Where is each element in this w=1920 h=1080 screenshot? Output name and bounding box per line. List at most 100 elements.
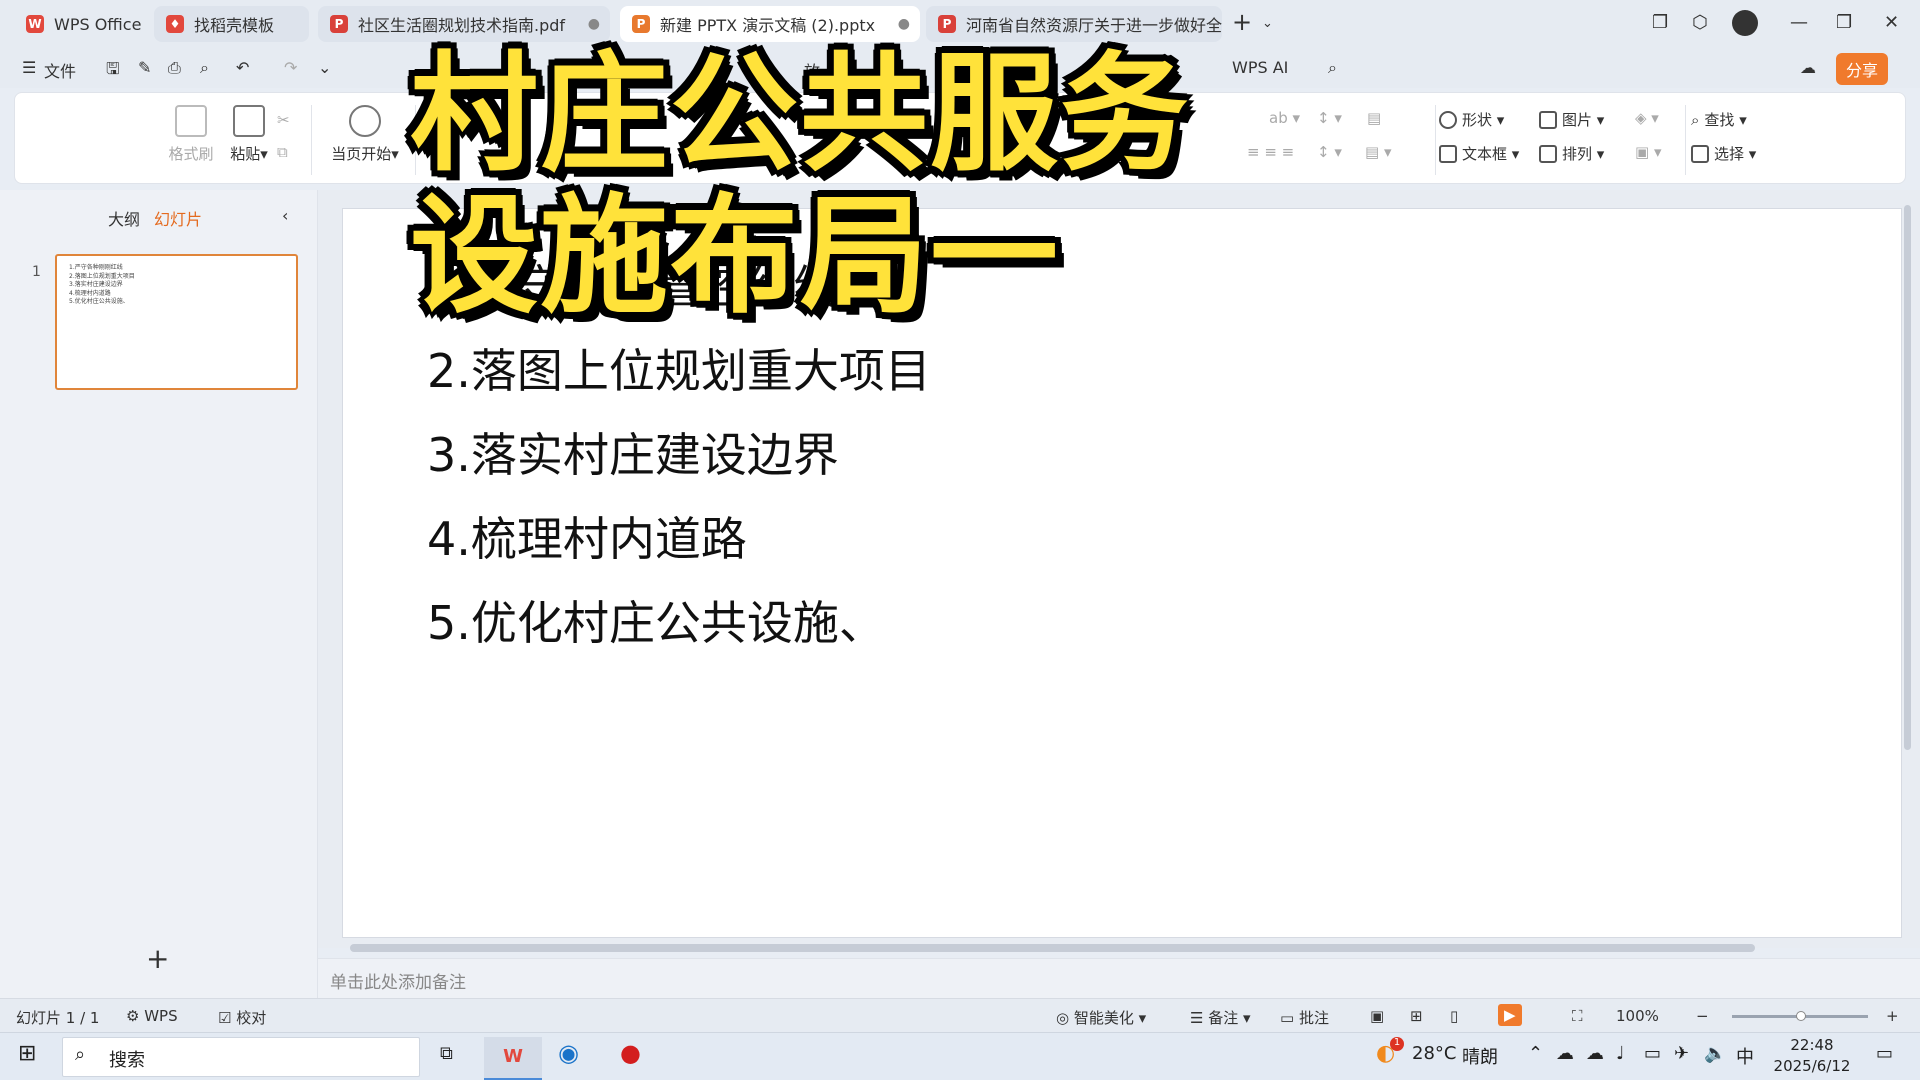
picture-button[interactable]: 图片 ▾ [1539, 109, 1604, 130]
save-icon[interactable]: 🖫 [106, 58, 120, 85]
paste-button[interactable]: 粘贴▾ [219, 105, 279, 164]
battery-icon[interactable]: ▭ [1644, 1043, 1661, 1064]
tab-pdf-guide[interactable]: P 社区生活圈规划技术指南.pdf ● [318, 6, 610, 42]
new-tab-icon[interactable]: + [1232, 8, 1252, 36]
thumb-line: 5.优化村庄公共设施、 [69, 298, 129, 305]
cloud-upload-icon[interactable]: ☁ [1800, 58, 1816, 77]
cloud-icon[interactable]: ☁ [1586, 1043, 1604, 1064]
shape-button[interactable]: 形状 ▾ [1439, 109, 1504, 130]
minimize-icon[interactable]: — [1790, 12, 1808, 33]
undo-icon[interactable]: ↶ [236, 58, 249, 77]
weather-temp[interactable]: 28°C [1412, 1043, 1456, 1064]
zoom-level[interactable]: 100% [1616, 1007, 1659, 1025]
text-style-icon[interactable]: ab ▾ [1269, 109, 1300, 127]
slideshow-play-icon[interactable]: ▶ [1498, 1004, 1522, 1026]
volume-icon[interactable]: 🔈 [1704, 1043, 1726, 1064]
notes-area[interactable]: 单击此处添加备注 [318, 958, 1920, 998]
hamburger-icon[interactable]: ☰ [22, 58, 36, 77]
clock[interactable]: 22:48 2025/6/12 [1762, 1035, 1862, 1077]
redo-icon[interactable]: ↷ [284, 58, 297, 77]
weather-desc[interactable]: 晴朗 [1462, 1043, 1498, 1069]
cut-icon[interactable]: ✂ [277, 111, 290, 129]
notes-placeholder: 单击此处添加备注 [330, 973, 466, 993]
play-from-current-button[interactable]: 当页开始▾ [325, 105, 405, 164]
notes-button[interactable]: ☰ 备注 ▾ [1190, 1007, 1251, 1028]
windows-taskbar: ⊞ ⌕ 搜索 ⧉ W ◉ ● ◐ 1 28°C 晴朗 ⌃ ☁ ☁ ♩ ▭ ✈ 🔈… [0, 1032, 1920, 1080]
airplane-icon[interactable]: ✈ [1674, 1043, 1689, 1064]
spacing-icon[interactable]: ↕ ▾ [1317, 143, 1342, 161]
menu-wps-ai[interactable]: WPS AI [1232, 58, 1288, 77]
notes-icon: ☰ [1190, 1009, 1209, 1027]
zoom-in-icon[interactable]: + [1886, 1007, 1899, 1025]
menu-file[interactable]: 文件 [44, 58, 76, 82]
tab-close-icon[interactable]: ● [588, 16, 600, 32]
microphone-icon[interactable]: ♩ [1616, 1043, 1625, 1064]
wps-status-icon: ⚙ [126, 1007, 145, 1025]
copy-icon[interactable]: ⧉ [277, 143, 288, 161]
slide-text-line[interactable]: 5.优化村庄公共设施、 [427, 587, 885, 653]
tab-label: 找稻壳模板 [194, 16, 275, 35]
tab-pptx-document[interactable]: P 新建 PPTX 演示文稿 (2).pptx ● [620, 6, 920, 42]
taskbar-search[interactable]: ⌕ 搜索 [62, 1037, 420, 1077]
zoom-out-icon[interactable]: − [1696, 1007, 1709, 1025]
restore-icon[interactable]: ❐ [1836, 12, 1852, 33]
tab-wps-office[interactable]: W WPS Office [14, 6, 148, 42]
zoom-slider-handle[interactable] [1796, 1011, 1806, 1021]
wps-taskbar-icon[interactable]: W [484, 1037, 542, 1080]
horizontal-scrollbar[interactable] [350, 944, 1755, 952]
tray-chevron-icon[interactable]: ⌃ [1528, 1043, 1543, 1064]
slide-text-line[interactable]: 4.梳理村内道路 [427, 503, 747, 569]
normal-view-icon[interactable]: ▣ [1370, 1007, 1384, 1025]
tab-outline[interactable]: 大纲 [108, 206, 140, 230]
fill-icon[interactable]: ◈ ▾ [1635, 109, 1659, 127]
avatar[interactable] [1732, 10, 1758, 36]
overlay-title-line: 设施布局一 [410, 182, 1061, 331]
tab-modified-dot-icon[interactable]: ● [898, 16, 910, 32]
find-button[interactable]: ⌕ 查找 ▾ [1691, 109, 1747, 130]
onedrive-icon[interactable]: ☁ [1556, 1043, 1574, 1064]
vertical-scrollbar[interactable] [1904, 205, 1911, 750]
reading-view-icon[interactable]: ▯ [1450, 1007, 1458, 1025]
proofread-button[interactable]: ☑ 校对 [218, 1007, 266, 1028]
tab-list-chevron-icon[interactable]: ⌄ [1262, 16, 1273, 31]
outline-icon[interactable]: ▣ ▾ [1635, 143, 1661, 161]
browser-taskbar-icon[interactable]: ◉ [558, 1039, 579, 1067]
task-view-icon[interactable]: ⧉ [440, 1043, 453, 1064]
select-icon [1691, 144, 1709, 163]
quick-access-chevron-icon[interactable]: ⌄ [318, 58, 331, 77]
cube-icon[interactable]: ⬡ [1692, 12, 1708, 33]
tab-slides[interactable]: 幻灯片 [154, 206, 202, 230]
fit-window-icon[interactable]: ⛶ [1572, 1007, 1583, 1025]
wps-status-button[interactable]: ⚙ WPS [126, 1007, 178, 1025]
align-icon[interactable]: ▤ ▾ [1365, 143, 1391, 161]
close-window-icon[interactable]: ✕ [1884, 12, 1899, 33]
brush-icon[interactable]: ✎ [138, 58, 151, 77]
textbox-button[interactable]: 文本框 ▾ [1439, 143, 1519, 164]
ime-indicator[interactable]: 中 [1736, 1043, 1754, 1069]
collapse-panel-icon[interactable]: ‹ [282, 206, 288, 225]
slide-text-line[interactable]: 3.落实村庄建设边界 [427, 419, 839, 485]
print-preview-icon[interactable]: ⌕ [200, 58, 209, 78]
grid-view-icon[interactable]: ⊞ [1410, 1007, 1423, 1025]
recorder-taskbar-icon[interactable]: ● [620, 1039, 641, 1067]
notification-icon[interactable]: ▭ [1876, 1043, 1893, 1064]
select-button[interactable]: 选择 ▾ [1691, 143, 1756, 164]
tab-docer-templates[interactable]: ♦ 找稻壳模板 [154, 6, 309, 42]
line-spacing-icon[interactable]: ≡ ≡ ≡ [1247, 143, 1294, 161]
comments-button[interactable]: ▭ 批注 [1280, 1007, 1329, 1028]
format-painter-button[interactable]: 格式刷 [161, 105, 221, 164]
paragraph-icon[interactable]: ▤ [1367, 109, 1381, 127]
arrange-button[interactable]: 排列 ▾ [1539, 143, 1604, 164]
window-layout-icon[interactable]: ❐ [1652, 12, 1668, 33]
print-icon[interactable]: ⎙ [168, 58, 181, 78]
slide-thumbnail[interactable]: 1.严守各种刚刚红线 2.落图上位规划重大项目 3.落实村庄建设边界 4.梳理村… [55, 254, 298, 390]
share-button[interactable]: 分享 [1836, 53, 1889, 85]
slide-text-line[interactable]: 2.落图上位规划重大项目 [427, 335, 931, 401]
tab-pdf-henan[interactable]: P 河南省自然资源厅关于进一步做好全 [926, 6, 1222, 42]
windows-start-icon[interactable]: ⊞ [18, 1041, 36, 1066]
share-label: 分享 [1846, 61, 1879, 80]
add-slide-icon[interactable]: + [146, 942, 169, 975]
beautify-button[interactable]: ◎ 智能美化 ▾ [1056, 1007, 1146, 1028]
search-icon[interactable]: ⌕ [1328, 58, 1337, 78]
sort-icon[interactable]: ↕ ▾ [1317, 109, 1342, 127]
